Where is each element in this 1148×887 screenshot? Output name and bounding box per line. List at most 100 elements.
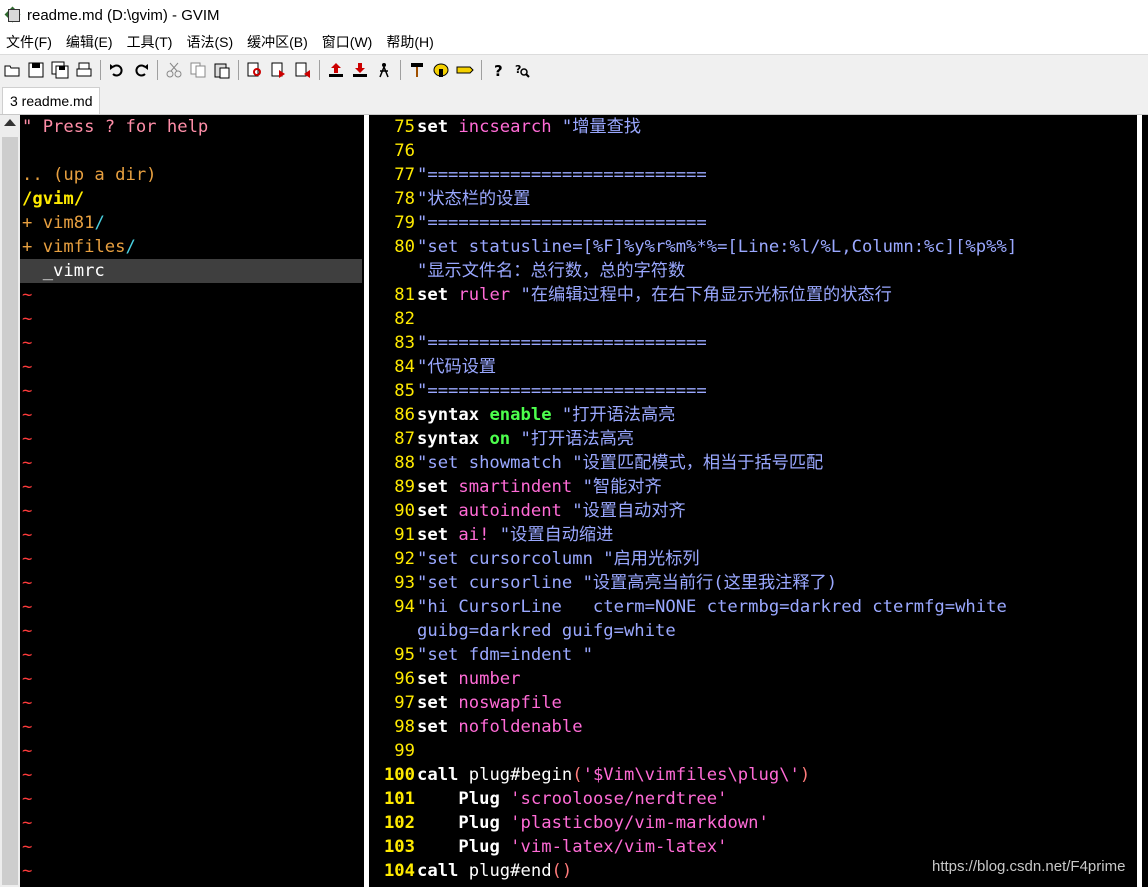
line-number: 86 bbox=[394, 405, 415, 425]
code-line[interactable]: 98 set nofoldenable bbox=[372, 715, 582, 739]
code-line[interactable]: 103 Plug 'vim-latex/vim-latex' bbox=[372, 835, 728, 859]
menu-window[interactable]: 窗口(W) bbox=[315, 32, 380, 52]
code-line[interactable]: 81 set ruler "在编辑过程中，在右下角显示光标位置的状态行 bbox=[372, 283, 892, 307]
code-pane[interactable]: 75 set incsearch "增量查找 76 77 "==============… bbox=[372, 115, 1134, 887]
code-line[interactable]: 96 set number bbox=[372, 667, 520, 691]
code-line[interactable]: guibg=darkred guifg=white bbox=[372, 619, 676, 643]
find-prev-icon[interactable] bbox=[293, 60, 313, 80]
code-line[interactable]: 101 Plug 'scrooloose/nerdtree' bbox=[372, 787, 728, 811]
menu-help[interactable]: 帮助(H) bbox=[379, 32, 440, 52]
tree-up-dir[interactable]: .. (up a dir) bbox=[22, 163, 157, 187]
help-icon[interactable]: ? bbox=[488, 60, 508, 80]
line-number: 97 bbox=[394, 693, 415, 713]
line-number: 78 bbox=[394, 189, 415, 209]
tree-dir-vimfiles[interactable]: + vimfiles/ bbox=[22, 235, 136, 259]
code-line[interactable]: 102 Plug 'plasticboy/vim-markdown' bbox=[372, 811, 769, 835]
redo-icon[interactable] bbox=[131, 60, 151, 80]
tree-tilde-line: ~ bbox=[22, 405, 33, 425]
code-token: set bbox=[417, 717, 449, 737]
code-line[interactable]: 95 "set fdm=indent " bbox=[372, 643, 593, 667]
nerdtree-pane[interactable]: " Press ? for help .. (up a dir) /gvim/ … bbox=[20, 115, 362, 887]
find-help-icon[interactable]: ? bbox=[512, 60, 532, 80]
make-icon[interactable] bbox=[407, 60, 427, 80]
code-token: "=========================== bbox=[417, 213, 707, 233]
toolbar-separator bbox=[319, 60, 320, 80]
save-all-icon[interactable] bbox=[50, 60, 70, 80]
code-line[interactable]: 85 "=========================== bbox=[372, 379, 706, 403]
code-line[interactable]: 76 bbox=[372, 139, 417, 163]
tab-readme[interactable]: 3 readme.md bbox=[2, 87, 101, 114]
line-number: 90 bbox=[394, 501, 415, 521]
code-line[interactable]: 100 call plug#begin('$Vim\vimfiles\plug\'… bbox=[372, 763, 810, 787]
menu-buffers[interactable]: 缓冲区(B) bbox=[240, 32, 315, 52]
right-window-edge bbox=[1134, 115, 1148, 887]
code-line[interactable]: 91 set ai! "设置自动缩进 bbox=[372, 523, 613, 547]
code-line[interactable]: 79 "=========================== bbox=[372, 211, 707, 235]
load-session-icon[interactable] bbox=[326, 60, 346, 80]
undo-icon[interactable] bbox=[107, 60, 127, 80]
window-separator[interactable] bbox=[362, 115, 372, 887]
scrollbar-thumb[interactable] bbox=[2, 137, 18, 885]
code-line[interactable]: 77 "=========================== bbox=[372, 163, 706, 187]
tree-help-hint: " Press ? for help bbox=[22, 117, 209, 137]
code-line[interactable]: "显示文件名：总行数，总的字符数 bbox=[372, 259, 685, 283]
code-line[interactable]: 90 set autoindent "设置自动对齐 bbox=[372, 499, 685, 523]
tree-tilde-line: ~ bbox=[22, 333, 33, 353]
print-icon[interactable] bbox=[74, 60, 94, 80]
svg-text:?: ? bbox=[515, 63, 521, 76]
save-icon[interactable] bbox=[26, 60, 46, 80]
code-token: 'vim-latex/vim-latex' bbox=[510, 837, 728, 857]
line-number: 85 bbox=[394, 381, 415, 401]
code-line[interactable]: 75 set incsearch "增量查找 bbox=[372, 115, 641, 139]
menu-file[interactable]: 文件(F) bbox=[0, 32, 59, 52]
gvim-app-icon[interactable] bbox=[4, 6, 22, 24]
menu-tools[interactable]: 工具(T) bbox=[120, 32, 180, 52]
code-line[interactable]: 86 syntax enable "打开语法高亮 bbox=[372, 403, 675, 427]
line-number: 98 bbox=[394, 717, 415, 737]
menu-syntax[interactable]: 语法(S) bbox=[179, 32, 240, 52]
code-line[interactable]: 104 call plug#end() bbox=[372, 859, 572, 883]
find-next-icon[interactable] bbox=[269, 60, 289, 80]
scroll-up-icon[interactable] bbox=[4, 119, 16, 126]
paste-icon[interactable] bbox=[212, 60, 232, 80]
line-number: 84 bbox=[394, 357, 415, 377]
run-script-icon[interactable] bbox=[374, 60, 394, 80]
code-token: "set showmatch "设置匹配模式，相当于括号匹配 bbox=[417, 453, 824, 473]
code-line[interactable]: 78 "状态栏的设置 bbox=[372, 187, 530, 211]
code-line[interactable]: 89 set smartindent "智能对齐 bbox=[372, 475, 661, 499]
menu-edit[interactable]: 编辑(E) bbox=[59, 32, 120, 52]
code-token: "set cursorcolumn "启用光标列 bbox=[417, 549, 700, 569]
open-icon[interactable] bbox=[2, 60, 22, 80]
tree-dir-vim81[interactable]: + vim81/ bbox=[22, 211, 105, 235]
tree-scrollbar[interactable] bbox=[0, 115, 20, 887]
shell-icon[interactable] bbox=[431, 60, 451, 80]
code-token: "打开语法高亮 bbox=[510, 429, 634, 449]
cut-icon[interactable] bbox=[164, 60, 184, 80]
code-line[interactable]: 87 syntax on "打开语法高亮 bbox=[372, 427, 634, 451]
code-token: () bbox=[551, 861, 573, 881]
save-session-icon[interactable] bbox=[350, 60, 370, 80]
code-line[interactable]: 82 bbox=[372, 307, 417, 331]
code-line[interactable]: 92 "set cursorcolumn "启用光标列 bbox=[372, 547, 700, 571]
code-line[interactable]: 93 "set cursorline "设置高亮当前行(这里我注释了) bbox=[372, 571, 837, 595]
tags-icon[interactable] bbox=[455, 60, 475, 80]
code-token: "增量查找 bbox=[551, 117, 641, 137]
code-line[interactable]: 84 "代码设置 bbox=[372, 355, 496, 379]
line-number: 96 bbox=[394, 669, 415, 689]
tree-root[interactable]: /gvim/ bbox=[22, 187, 84, 211]
copy-icon[interactable] bbox=[188, 60, 208, 80]
code-line[interactable]: 83 "=========================== bbox=[372, 331, 706, 355]
find-icon[interactable] bbox=[245, 60, 265, 80]
line-number: 77 bbox=[394, 165, 415, 185]
code-token: "set cursorline "设置高亮当前行(这里我注释了) bbox=[417, 573, 838, 593]
code-token: plug#begin bbox=[458, 765, 573, 785]
code-line[interactable]: 80 "set statusline=[%F]%y%r%m%*%=[Line:%l… bbox=[372, 235, 1017, 259]
tree-tilde-line: ~ bbox=[22, 861, 33, 881]
code-line[interactable]: 88 "set showmatch "设置匹配模式，相当于括号匹配 bbox=[372, 451, 823, 475]
code-line[interactable]: 94 "hi CursorLine cterm=NONE ctermbg=dark… bbox=[372, 595, 1007, 619]
code-line[interactable]: 99 bbox=[372, 739, 417, 763]
code-token: set bbox=[417, 693, 449, 713]
tree-file-vimrc[interactable]: _vimrc bbox=[20, 259, 362, 283]
code-line[interactable]: 97 set noswapfile bbox=[372, 691, 562, 715]
